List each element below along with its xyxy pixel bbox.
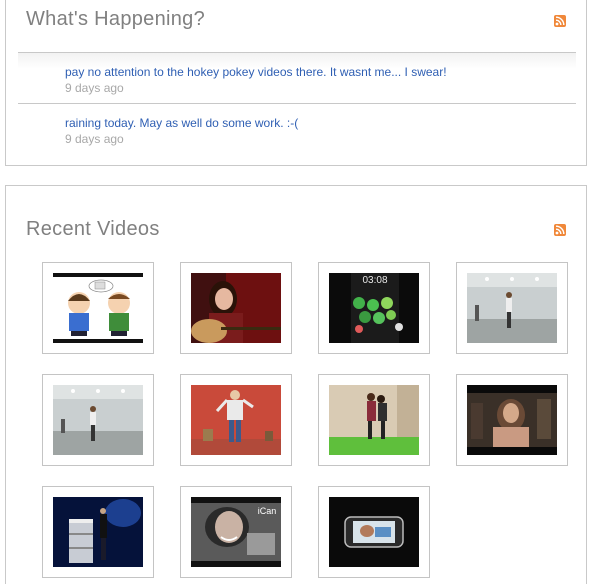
couple-dancing-thumbnail <box>329 385 419 455</box>
video-thumbnail[interactable] <box>42 486 154 578</box>
status-text-link[interactable]: raining today. May as well do some work.… <box>65 116 298 130</box>
status-item: raining today. May as well do some work.… <box>18 103 576 154</box>
recent-videos-panel: Recent Videos 03:08 iCan <box>5 185 587 584</box>
status-text-link[interactable]: pay no attention to the hokey pokey vide… <box>65 65 447 79</box>
video-thumbnail[interactable] <box>456 262 568 354</box>
ican-overlay-text: iCan <box>258 506 277 516</box>
dancer-in-room-thumbnail <box>53 385 143 455</box>
guitar-player-thumbnail <box>191 273 281 343</box>
dancer-in-room-thumbnail <box>467 273 557 343</box>
rss-feed-icon[interactable] <box>554 15 566 27</box>
recent-videos-title: Recent Videos <box>26 218 160 240</box>
phone-clock-thumbnail: 03:08 <box>329 273 419 343</box>
clock-overlay-text: 03:08 <box>362 275 387 286</box>
video-thumbnail[interactable] <box>318 374 430 466</box>
video-thumbnail[interactable] <box>180 374 292 466</box>
rss-feed-icon[interactable] <box>554 224 566 236</box>
video-thumbnail[interactable] <box>456 374 568 466</box>
video-thumbnail[interactable] <box>318 486 430 578</box>
cartoon-characters-thumbnail <box>53 273 143 343</box>
video-thumbnail[interactable]: iCan <box>180 486 292 578</box>
status-timestamp: 9 days ago <box>65 81 124 95</box>
whats-happening-panel: What's Happening? pay no attention to th… <box>5 0 587 166</box>
ican-ad-thumbnail: iCan <box>191 497 281 567</box>
whats-happening-title: What's Happening? <box>26 8 206 30</box>
music-video-thumbnail <box>467 385 557 455</box>
status-list: pay no attention to the hokey pokey vide… <box>18 52 576 154</box>
dancer-red-wall-thumbnail <box>191 385 281 455</box>
video-thumbnail[interactable] <box>42 262 154 354</box>
presenter-on-stage-thumbnail <box>53 497 143 567</box>
status-item: pay no attention to the hokey pokey vide… <box>18 52 576 103</box>
video-thumbnail[interactable] <box>42 374 154 466</box>
status-timestamp: 9 days ago <box>65 132 124 146</box>
video-thumbnail[interactable]: 03:08 <box>318 262 430 354</box>
video-thumbnail[interactable] <box>180 262 292 354</box>
phone-screen-thumbnail <box>329 497 419 567</box>
